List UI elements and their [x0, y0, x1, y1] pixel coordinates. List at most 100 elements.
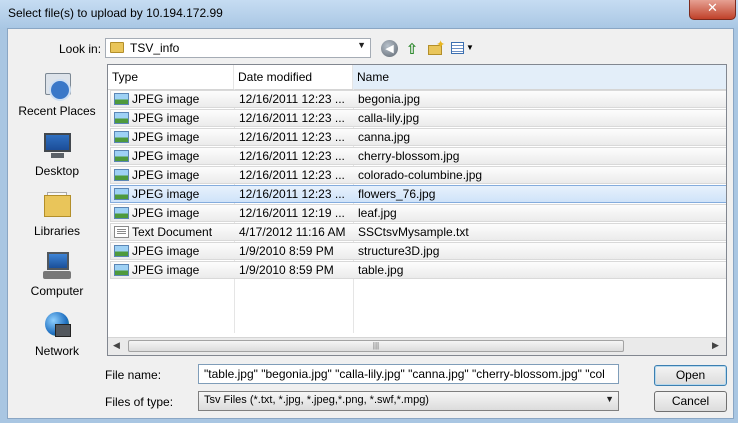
file-date-cell: 12/16/2011 12:23 ...: [239, 149, 345, 163]
scroll-right-icon[interactable]: ▶: [712, 340, 719, 351]
place-label: Libraries: [33, 224, 81, 238]
file-date-cell: 12/16/2011 12:23 ...: [239, 130, 345, 144]
file-name-cell: calla-lily.jpg: [358, 111, 420, 125]
back-button[interactable]: ◀: [381, 40, 398, 57]
file-name-cell: SSCtsvMysample.txt: [358, 225, 469, 239]
file-row[interactable]: JPEG image 12/16/2011 12:23 ... begonia.jp…: [110, 90, 726, 108]
file-upload-dialog: Select file(s) to upload by 10.194.172.9…: [0, 0, 738, 423]
file-row[interactable]: JPEG image 1/9/2010 8:59 PM table.jpg: [110, 261, 726, 279]
column-header-name[interactable]: Name ▲: [353, 65, 726, 89]
file-row[interactable]: JPEG image 12/16/2011 12:23 ... canna.jpg: [110, 128, 726, 146]
jpeg-file-icon: [114, 169, 129, 181]
dialog-title: Select file(s) to upload by 10.194.172.9…: [8, 6, 223, 20]
file-name-cell: table.jpg: [358, 263, 404, 277]
file-type-cell: JPEG image: [132, 263, 200, 277]
jpeg-file-icon: [114, 112, 129, 124]
place-desktop[interactable]: Desktop: [16, 131, 98, 178]
file-type-cell: Text Document: [132, 225, 213, 239]
scroll-left-icon[interactable]: ◀: [113, 340, 120, 351]
file-type-dropdown[interactable]: Tsv Files (*.txt, *.jpg, *.jpeg,*.png, *…: [198, 391, 619, 411]
up-one-level-button[interactable]: ⇧: [404, 40, 420, 58]
file-type-cell: JPEG image: [132, 130, 200, 144]
column-header-type[interactable]: Type: [108, 65, 234, 89]
place-computer[interactable]: Computer: [16, 251, 98, 298]
folder-icon: [110, 42, 124, 53]
file-list[interactable]: Type Date modified Name ▲ JPEG image 12/1…: [107, 64, 727, 356]
file-row[interactable]: Text Document 4/17/2012 11:16 AM SSCtsvMys…: [110, 223, 726, 241]
title-bar[interactable]: Select file(s) to upload by 10.194.172.9…: [0, 0, 738, 28]
file-type-cell: JPEG image: [132, 92, 200, 106]
file-row[interactable]: JPEG image 12/16/2011 12:23 ... flowers_76…: [110, 185, 726, 203]
new-folder-button[interactable]: ✦: [428, 39, 446, 58]
cancel-button[interactable]: Cancel: [654, 391, 727, 412]
jpeg-file-icon: [114, 245, 129, 257]
network-icon: [41, 311, 73, 341]
place-label: Recent Places: [18, 104, 96, 118]
file-type-cell: JPEG image: [132, 111, 200, 125]
look-in-label: Look in:: [59, 42, 102, 56]
chevron-down-icon[interactable]: ▼: [605, 394, 614, 404]
file-row[interactable]: JPEG image 12/16/2011 12:19 ... leaf.jpg: [110, 204, 726, 222]
place-libraries[interactable]: Libraries: [16, 191, 98, 238]
place-label: Network: [34, 344, 79, 358]
file-date-cell: 12/16/2011 12:19 ...: [239, 206, 345, 220]
file-date-cell: 12/16/2011 12:23 ...: [239, 111, 345, 125]
column-header-name-label: Name: [357, 70, 390, 84]
file-type-cell: JPEG image: [132, 206, 200, 220]
text-file-icon: [114, 226, 129, 238]
file-row[interactable]: JPEG image 12/16/2011 12:23 ... colorado-c…: [110, 166, 726, 184]
file-date-cell: 4/17/2012 11:16 AM: [239, 225, 346, 239]
up-arrow-icon: ⇧: [405, 40, 419, 58]
desktop-icon: [41, 131, 73, 161]
file-name-input[interactable]: "table.jpg" "begonia.jpg" "calla-lily.jp…: [198, 364, 619, 384]
horizontal-scrollbar[interactable]: ◀ ||| ▶: [108, 337, 726, 355]
look-in-dropdown[interactable]: TSV_info ▼: [105, 38, 371, 58]
file-name-cell: cherry-blossom.jpg: [358, 149, 460, 163]
place-label: Computer: [30, 284, 84, 298]
file-type-label: Files of type:: [105, 395, 174, 409]
open-button[interactable]: Open: [654, 365, 727, 386]
jpeg-file-icon: [114, 188, 129, 200]
file-date-cell: 12/16/2011 12:23 ...: [239, 187, 345, 201]
views-menu-button[interactable]: ▼: [451, 40, 477, 58]
file-type-value: Tsv Files (*.txt, *.jpg, *.jpeg,*.png, *…: [204, 394, 429, 406]
look-in-value: TSV_info: [130, 41, 180, 55]
file-name-cell: structure3D.jpg: [358, 244, 440, 258]
file-type-cell: JPEG image: [132, 149, 200, 163]
recent-places-icon: [41, 71, 73, 101]
chevron-down-icon[interactable]: ▼: [357, 40, 366, 50]
places-bar: Recent Places Desktop Libraries Computer…: [16, 67, 98, 358]
file-name-cell: begonia.jpg: [358, 92, 421, 106]
place-network[interactable]: Network: [16, 311, 98, 358]
file-date-cell: 12/16/2011 12:23 ...: [239, 168, 345, 182]
scrollbar-thumb[interactable]: |||: [128, 340, 624, 352]
file-name-cell: colorado-columbine.jpg: [358, 168, 483, 182]
file-date-cell: 12/16/2011 12:23 ...: [239, 92, 345, 106]
views-icon: [451, 42, 464, 54]
close-button[interactable]: ✕: [689, 0, 736, 20]
libraries-icon: [41, 191, 73, 221]
file-name-cell: leaf.jpg: [358, 206, 397, 220]
file-row[interactable]: JPEG image 12/16/2011 12:23 ... calla-lily…: [110, 109, 726, 127]
file-name-cell: flowers_76.jpg: [358, 187, 436, 201]
jpeg-file-icon: [114, 150, 129, 162]
jpeg-file-icon: [114, 207, 129, 219]
file-name-label: File name:: [105, 368, 162, 382]
file-row[interactable]: JPEG image 12/16/2011 12:23 ... cherry-blo…: [110, 147, 726, 165]
jpeg-file-icon: [114, 264, 129, 276]
file-type-cell: JPEG image: [132, 168, 200, 182]
computer-icon: [41, 251, 73, 281]
file-row[interactable]: JPEG image 1/9/2010 8:59 PM structure3D.jp…: [110, 242, 726, 260]
jpeg-file-icon: [114, 131, 129, 143]
place-recent-places[interactable]: Recent Places: [16, 71, 98, 118]
back-arrow-icon: ◀: [385, 42, 394, 55]
sparkle-icon: ✦: [436, 39, 446, 51]
file-date-cell: 1/9/2010 8:59 PM: [239, 263, 334, 277]
file-type-cell: JPEG image: [132, 187, 200, 201]
column-header-row: Type Date modified Name ▲: [108, 65, 726, 90]
chevron-down-icon: ▼: [466, 43, 474, 52]
file-name-value: "table.jpg" "begonia.jpg" "calla-lily.jp…: [204, 367, 604, 381]
jpeg-file-icon: [114, 93, 129, 105]
place-label: Desktop: [34, 164, 80, 178]
column-header-date-modified[interactable]: Date modified: [234, 65, 353, 89]
